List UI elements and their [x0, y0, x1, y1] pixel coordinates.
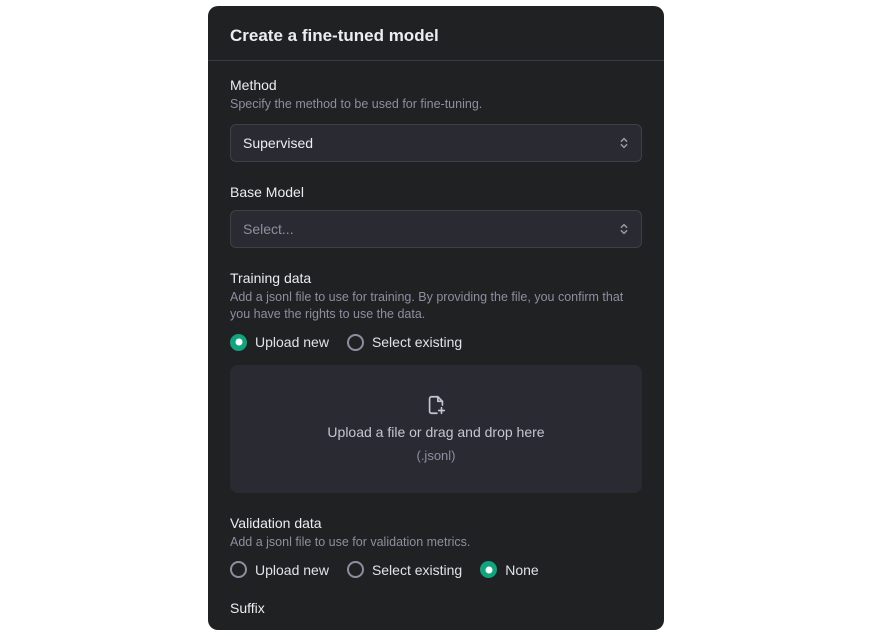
training-data-desc: Add a jsonl file to use for training. By…: [230, 289, 642, 324]
radio-label: Upload new: [255, 562, 329, 578]
training-data-label: Training data: [230, 270, 642, 286]
radio-label: Upload new: [255, 334, 329, 350]
validation-data-section: Validation data Add a jsonl file to use …: [230, 515, 642, 579]
suffix-section: Suffix: [230, 600, 642, 616]
suffix-label: Suffix: [230, 600, 642, 616]
training-dropzone[interactable]: Upload a file or drag and drop here (.js…: [230, 365, 642, 493]
chevron-up-down-icon: [617, 136, 631, 150]
training-upload-new-radio[interactable]: Upload new: [230, 334, 329, 351]
validation-radio-group: Upload new Select existing None: [230, 561, 642, 578]
method-select-value: Supervised: [243, 135, 313, 151]
radio-label: Select existing: [372, 562, 462, 578]
base-model-label: Base Model: [230, 184, 642, 200]
validation-upload-new-radio[interactable]: Upload new: [230, 561, 329, 578]
training-data-section: Training data Add a jsonl file to use fo…: [230, 270, 642, 493]
panel-body: Method Specify the method to be used for…: [208, 61, 664, 619]
radio-icon: [347, 334, 364, 351]
training-select-existing-radio[interactable]: Select existing: [347, 334, 462, 351]
base-model-section: Base Model Select...: [230, 184, 642, 248]
validation-select-existing-radio[interactable]: Select existing: [347, 561, 462, 578]
chevron-up-down-icon: [617, 222, 631, 236]
radio-label: None: [505, 562, 538, 578]
method-label: Method: [230, 77, 642, 93]
upload-file-icon: [425, 394, 447, 416]
dropzone-sub: (.jsonl): [416, 448, 455, 463]
validation-none-radio[interactable]: None: [480, 561, 538, 578]
radio-icon: [347, 561, 364, 578]
base-model-select[interactable]: Select...: [230, 210, 642, 248]
base-model-placeholder: Select...: [243, 221, 294, 237]
validation-data-desc: Add a jsonl file to use for validation m…: [230, 534, 642, 552]
validation-data-label: Validation data: [230, 515, 642, 531]
training-radio-group: Upload new Select existing: [230, 334, 642, 351]
radio-label: Select existing: [372, 334, 462, 350]
method-section: Method Specify the method to be used for…: [230, 77, 642, 162]
radio-icon: [230, 334, 247, 351]
radio-icon: [480, 561, 497, 578]
radio-icon: [230, 561, 247, 578]
dropzone-text: Upload a file or drag and drop here: [327, 424, 544, 440]
panel-header: Create a fine-tuned model: [208, 6, 664, 60]
method-desc: Specify the method to be used for fine-t…: [230, 96, 642, 114]
panel-title: Create a fine-tuned model: [230, 26, 642, 46]
method-select[interactable]: Supervised: [230, 124, 642, 162]
create-finetune-panel: Create a fine-tuned model Method Specify…: [208, 6, 664, 630]
